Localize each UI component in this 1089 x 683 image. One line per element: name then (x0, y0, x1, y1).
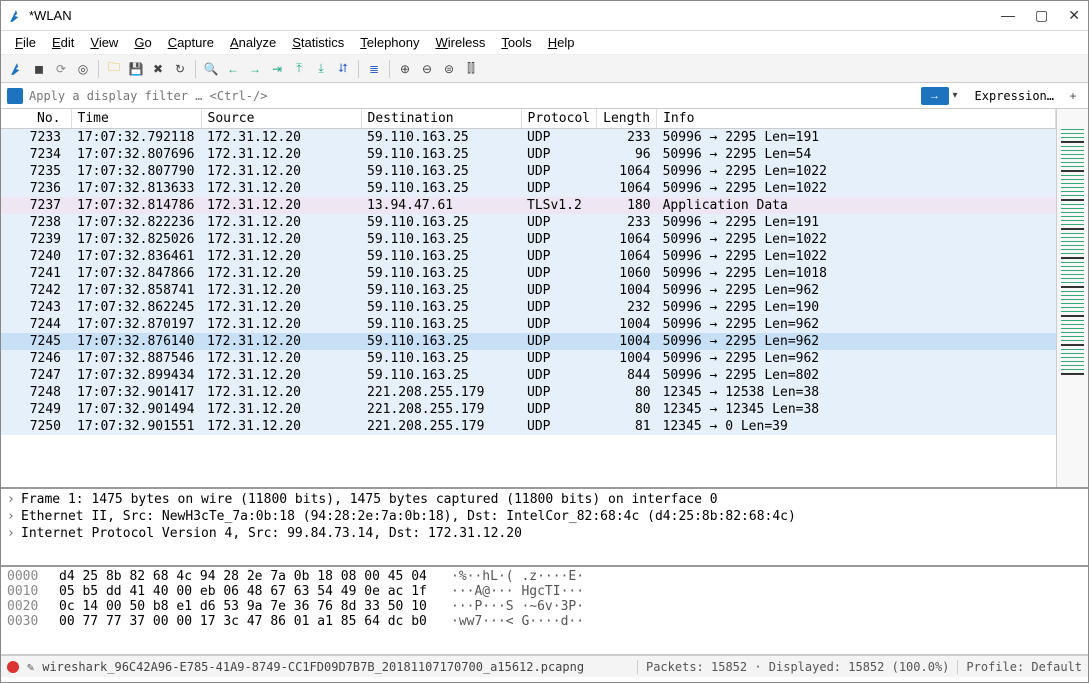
next-button[interactable]: → (245, 59, 265, 79)
menu-edit[interactable]: Edit (46, 33, 80, 52)
table-row[interactable]: 724917:07:32.901494172.31.12.20221.208.2… (1, 401, 1056, 418)
table-row[interactable]: 724817:07:32.901417172.31.12.20221.208.2… (1, 384, 1056, 401)
menu-tools[interactable]: Tools (495, 33, 537, 52)
close-file-button[interactable]: ✖ (148, 59, 168, 79)
table-row[interactable]: 724317:07:32.862245172.31.12.2059.110.16… (1, 299, 1056, 316)
stop-capture-button[interactable]: ◼ (29, 59, 49, 79)
status-packet-count: Packets: 15852 · Displayed: 15852 (100.0… (637, 660, 949, 674)
column-header[interactable]: Info (657, 109, 1056, 129)
table-row[interactable]: 724417:07:32.870197172.31.12.2059.110.16… (1, 316, 1056, 333)
menu-wireless[interactable]: Wireless (430, 33, 492, 52)
maximize-button[interactable]: ▢ (1035, 7, 1048, 24)
menu-file[interactable]: File (9, 33, 42, 52)
last-button[interactable]: ⤓ (311, 59, 331, 79)
open-file-button[interactable]: 🗀 (104, 59, 124, 79)
column-header[interactable]: Length (597, 109, 657, 129)
menu-go[interactable]: Go (128, 33, 157, 52)
reload-button[interactable]: ↻ (170, 59, 190, 79)
menu-analyze[interactable]: Analyze (224, 33, 282, 52)
packet-list-pane: No.TimeSourceDestinationProtocolLengthIn… (1, 109, 1088, 489)
hex-row[interactable]: 0000d4 25 8b 82 68 4c 94 28 2e 7a 0b 18 … (7, 569, 1082, 584)
zoom-out-button[interactable]: ⊖ (417, 59, 437, 79)
detail-line[interactable]: ›Ethernet II, Src: NewH3cTe_7a:0b:18 (94… (3, 508, 1086, 525)
zoom-in-button[interactable]: ⊕ (395, 59, 415, 79)
close-button[interactable]: ✕ (1068, 7, 1080, 24)
packet-details-pane[interactable]: ›Frame 1: 1475 bytes on wire (11800 bits… (1, 489, 1088, 567)
packet-minimap[interactable] (1056, 109, 1088, 487)
app-icon (9, 9, 23, 23)
table-row[interactable]: 724717:07:32.899434172.31.12.2059.110.16… (1, 367, 1056, 384)
autoscroll-button[interactable]: ⮃ (333, 59, 353, 79)
menu-telephony[interactable]: Telephony (354, 33, 425, 52)
table-row[interactable]: 723717:07:32.814786172.31.12.2013.94.47.… (1, 197, 1056, 214)
table-row[interactable]: 724517:07:32.876140172.31.12.2059.110.16… (1, 333, 1056, 350)
column-header[interactable]: Source (201, 109, 361, 129)
menubar: FileEditViewGo CaptureAnalyzeStatisticsTe… (1, 31, 1088, 55)
table-row[interactable]: 724017:07:32.836461172.31.12.2059.110.16… (1, 248, 1056, 265)
column-header[interactable]: No. (1, 109, 71, 129)
colorize-button[interactable]: ≣ (364, 59, 384, 79)
table-row[interactable]: 724617:07:32.887546172.31.12.2059.110.16… (1, 350, 1056, 367)
prev-button[interactable]: ← (223, 59, 243, 79)
menu-statistics[interactable]: Statistics (286, 33, 350, 52)
filter-bookmark-icon[interactable] (7, 88, 23, 104)
filter-dropdown[interactable]: ▾ (953, 90, 965, 101)
table-row[interactable]: 723317:07:32.792118172.31.12.2059.110.16… (1, 129, 1056, 147)
zoom-reset-button[interactable]: ⊜ (439, 59, 459, 79)
packet-bytes-pane[interactable]: 0000d4 25 8b 82 68 4c 94 28 2e 7a 0b 18 … (1, 567, 1088, 655)
edit-icon[interactable]: ✎ (27, 660, 34, 674)
titlebar: *WLAN — ▢ ✕ (1, 1, 1088, 31)
table-row[interactable]: 723817:07:32.822236172.31.12.2059.110.16… (1, 214, 1056, 231)
toolbar: ◼ ⟳ ◎ 🗀 💾 ✖ ↻ 🔍 ← → ⇥ ⤒ ⤓ ⮃ ≣ ⊕ ⊖ ⊜ ⫿⫿ (1, 55, 1088, 83)
fin-icon[interactable] (7, 59, 27, 79)
column-header[interactable]: Destination (361, 109, 521, 129)
table-row[interactable]: 723417:07:32.807696172.31.12.2059.110.16… (1, 146, 1056, 163)
status-profile[interactable]: Profile: Default (957, 660, 1082, 674)
hex-row[interactable]: 001005 b5 dd 41 40 00 eb 06 48 67 63 54 … (7, 584, 1082, 599)
table-row[interactable]: 723517:07:32.807790172.31.12.2059.110.16… (1, 163, 1056, 180)
detail-line[interactable]: ›Internet Protocol Version 4, Src: 99.84… (3, 525, 1086, 542)
menu-view[interactable]: View (84, 33, 124, 52)
minimize-button[interactable]: — (1001, 7, 1015, 24)
table-row[interactable]: 723917:07:32.825026172.31.12.2059.110.16… (1, 231, 1056, 248)
menu-capture[interactable]: Capture (162, 33, 220, 52)
expert-info-icon[interactable] (7, 661, 19, 673)
statusbar: ✎ wireshark_96C42A96-E785-41A9-8749-CC1F… (1, 655, 1088, 677)
menu-help[interactable]: Help (542, 33, 581, 52)
capture-options-button[interactable]: ◎ (73, 59, 93, 79)
jump-button[interactable]: ⇥ (267, 59, 287, 79)
first-button[interactable]: ⤒ (289, 59, 309, 79)
table-row[interactable]: 725017:07:32.901551172.31.12.20221.208.2… (1, 418, 1056, 435)
window-title: *WLAN (29, 8, 1001, 23)
table-row[interactable]: 724117:07:32.847866172.31.12.2059.110.16… (1, 265, 1056, 282)
packet-table[interactable]: No.TimeSourceDestinationProtocolLengthIn… (1, 109, 1056, 435)
hex-row[interactable]: 00200c 14 00 50 b8 e1 d6 53 9a 7e 36 76 … (7, 599, 1082, 614)
expression-button[interactable]: Expression… (969, 89, 1060, 103)
display-filter-input[interactable] (27, 87, 917, 105)
hex-row[interactable]: 003000 77 77 37 00 00 17 3c 47 86 01 a1 … (7, 614, 1082, 629)
filter-bar: → ▾ Expression… + (1, 83, 1088, 109)
apply-filter-button[interactable]: → (921, 87, 949, 105)
restart-capture-button[interactable]: ⟳ (51, 59, 71, 79)
status-file: wireshark_96C42A96-E785-41A9-8749-CC1FD0… (42, 660, 584, 674)
resize-columns-button[interactable]: ⫿⫿ (461, 59, 481, 79)
column-header[interactable]: Protocol (521, 109, 597, 129)
detail-line[interactable]: ›Frame 1: 1475 bytes on wire (11800 bits… (3, 491, 1086, 508)
table-row[interactable]: 723617:07:32.813633172.31.12.2059.110.16… (1, 180, 1056, 197)
add-filter-button[interactable]: + (1064, 89, 1082, 103)
table-row[interactable]: 724217:07:32.858741172.31.12.2059.110.16… (1, 282, 1056, 299)
column-header[interactable]: Time (71, 109, 201, 129)
save-button[interactable]: 💾 (126, 59, 146, 79)
find-button[interactable]: 🔍 (201, 59, 221, 79)
